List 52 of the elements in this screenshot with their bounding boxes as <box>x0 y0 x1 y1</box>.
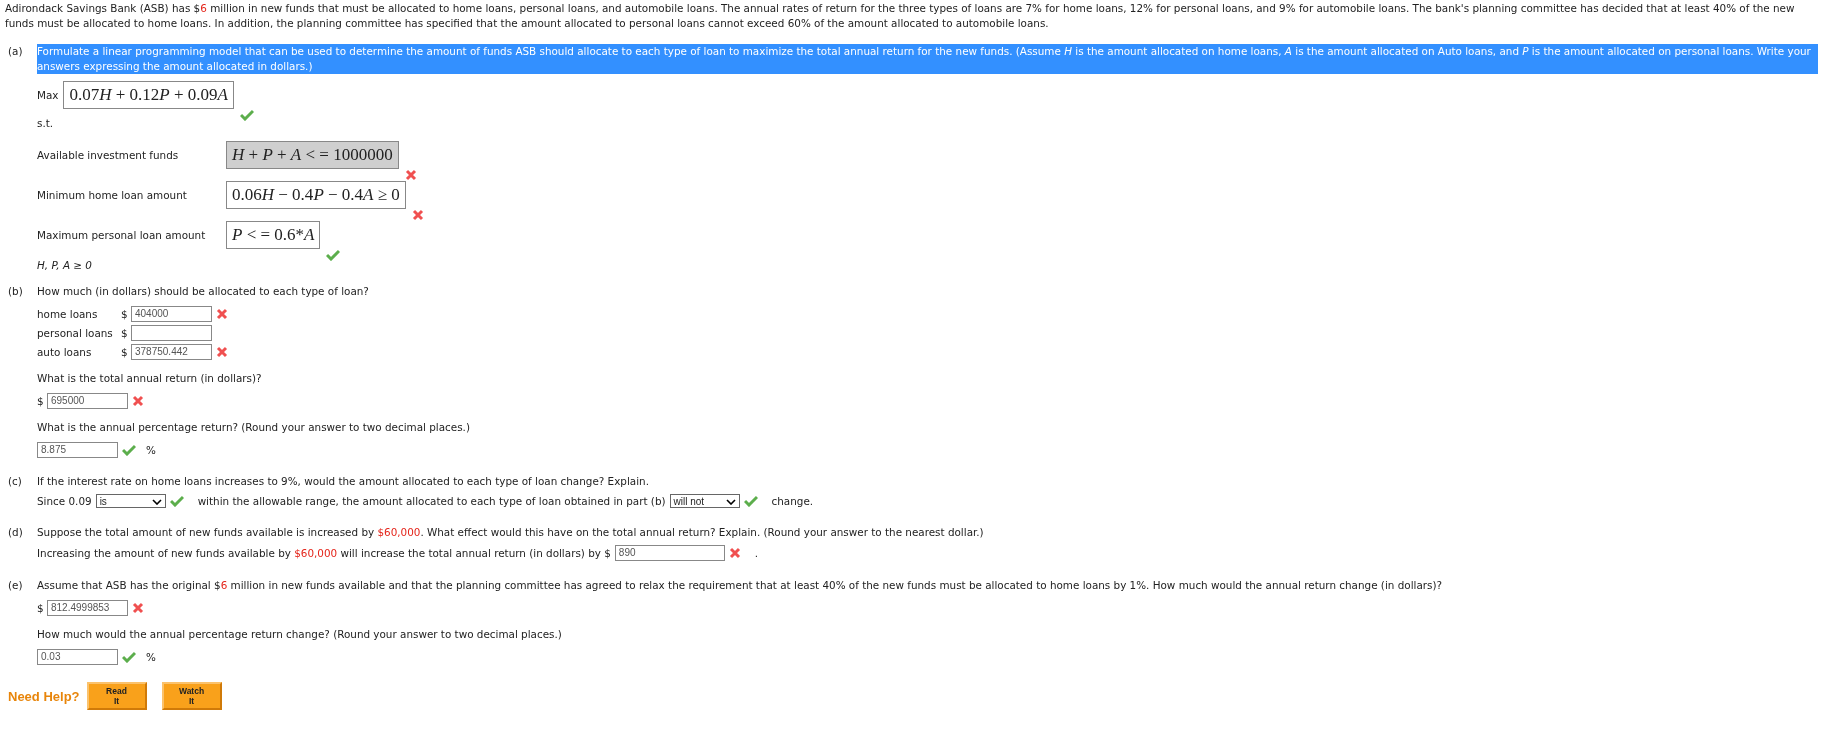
question-text: What is the total annual return (in dollars)? <box>37 371 263 386</box>
help-button[interactable]: Read It <box>86 682 147 710</box>
field-label: auto loans <box>37 346 93 358</box>
help-label: Need Help? <box>8 688 80 704</box>
input-field[interactable]: 890 <box>614 545 725 561</box>
input-field[interactable]: 404000 <box>131 306 212 322</box>
question-text: What is the annual percentage return? (Round your answer to two decimal places.) <box>37 420 471 435</box>
input-field[interactable]: 812.4999853 <box>47 600 128 616</box>
part-label: (c) <box>7 474 23 489</box>
constraint-label: Available investment funds <box>37 149 180 161</box>
currency-sign: $ <box>121 346 129 358</box>
input-field[interactable]: 8.875 <box>37 442 118 458</box>
currency-sign: $ <box>121 308 129 320</box>
question-text: Suppose the total amount of new funds available is increased by $60,000. What effect would this have on the total annual return? Explain. (Round your answer to the nearest dollar.) <box>37 525 985 540</box>
unit-label: % <box>146 444 156 456</box>
answer-text: Since 0.09 <box>37 495 92 507</box>
field-label: personal loans <box>37 327 114 339</box>
question-text: If the interest rate on home loans increases to 9%, would the amount allocated to each type of loan change? Explain. <box>37 474 650 489</box>
part-label: (b) <box>7 284 24 299</box>
constraint-text: H, P, A ≥ 0 <box>37 259 93 271</box>
unit-label: % <box>146 651 156 663</box>
input-field[interactable]: 0.03 <box>37 649 118 665</box>
help-button[interactable]: Watch It <box>161 682 222 710</box>
question-text: How much (in dollars) should be allocated to each type of loan? <box>37 284 370 299</box>
formula-field[interactable]: P < = 0.6*A <box>226 221 321 249</box>
currency-sign: $ <box>37 602 45 614</box>
currency-sign: $ <box>121 327 129 339</box>
constraint-text: s.t. <box>37 117 55 129</box>
answer-text: within the allowable range, the amount allocated to each type of loan obtained in part (b) <box>197 495 666 507</box>
currency-sign: $ <box>37 395 45 407</box>
constraint-label: Minimum home loan amount <box>37 189 188 201</box>
part-label: (d) <box>7 525 24 540</box>
answer-text: . <box>754 547 759 559</box>
dropdown[interactable]: is <box>95 494 166 508</box>
input-field[interactable] <box>131 325 212 341</box>
answer-text: Increasing the amount of new funds available by $60,000 will increase the total annual return (in dollars) by $ <box>37 547 611 559</box>
constraint-label: Maximum personal loan amount <box>37 229 207 241</box>
question-text: Formulate a linear programming model that can be used to determine the amount of funds ASB should allocate to each type of loan to maximize the total annual return for the new funds. (Assume H is the amount allocated on home loans, A is the amount allocated on Auto loans, and P is the amount allocated on personal loans. Write your answers expressing the amount allocated in dollars.) <box>37 44 1818 74</box>
formula-field[interactable]: H + P + A < = 1000000 <box>226 141 399 169</box>
question-text: Adirondack Savings Bank (ASB) has $6 million in new funds that must be allocated to home loans, personal loans, and automobile loans. The annual rates of return for the three types of loans are 7% for home loans, 12% for personal loans, and 9% for automobile loans. The bank's planning committee has decided that at least 40% of the new funds must be allocated to home loans. In addition, the planning committee has specified that the amount allocated to personal loans cannot exceed 60% of the amount allocated to automobile loans. <box>5 1 1796 31</box>
input-field[interactable]: 378750.442 <box>131 344 212 360</box>
question-text: Assume that ASB has the original $6 million in new funds available and that the planning committee has agreed to relax the requirement that at least 40% of the new funds must be allocated to home loans by 1%. How much would the annual return change (in dollars)? <box>37 578 1444 593</box>
input-field[interactable]: 695000 <box>47 393 128 409</box>
answer-text: change. <box>771 495 814 507</box>
formula-field[interactable]: 0.06H − 0.4P − 0.4A ≥ 0 <box>226 181 406 209</box>
part-label: (e) <box>7 578 24 593</box>
field-label: home loans <box>37 308 99 320</box>
dropdown[interactable]: will not <box>669 494 740 508</box>
part-label: (a) <box>7 44 24 59</box>
formula-field[interactable]: 0.07H + 0.12P + 0.09A <box>63 81 234 109</box>
constraint-label: Max <box>37 89 59 101</box>
question-text: How much would the annual percentage return change? (Round your answer to two decimal places.) <box>37 627 563 642</box>
